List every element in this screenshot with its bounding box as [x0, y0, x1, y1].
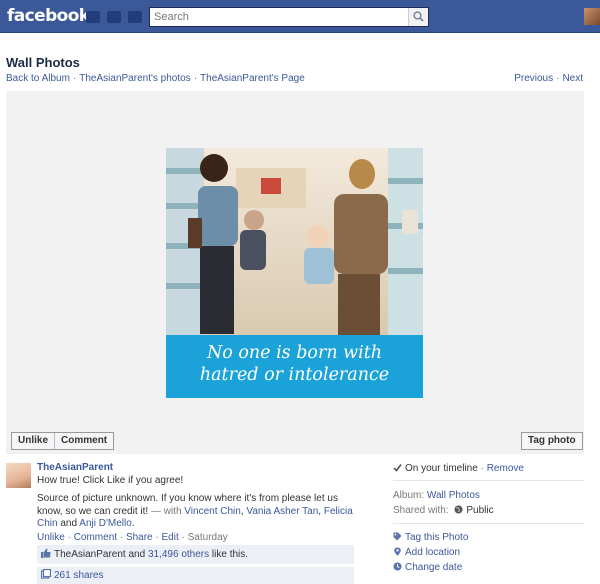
likes-others-link[interactable]: 31,496 others	[148, 549, 209, 560]
previous-link[interactable]: Previous	[514, 73, 553, 84]
divider	[393, 523, 584, 524]
change-date-link[interactable]: Change date	[405, 562, 462, 573]
search-box	[149, 7, 429, 27]
profile-avatar[interactable]	[584, 8, 600, 25]
photo-scene-image	[166, 148, 423, 335]
privacy-info: Shared with: Public	[393, 505, 494, 516]
breadcrumb-back-to-album[interactable]: Back to Album	[6, 73, 70, 84]
shares-link[interactable]: 261 shares	[54, 570, 103, 581]
facebook-logo[interactable]: facebook	[7, 6, 90, 26]
comment-button[interactable]: Comment	[55, 433, 113, 449]
timeline-status: On your timeline · Remove	[393, 463, 524, 474]
change-date: Change date	[393, 562, 462, 573]
search-icon	[413, 11, 424, 22]
separator: ·	[193, 73, 198, 84]
share-icon	[41, 569, 51, 579]
edit-link[interactable]: Edit	[162, 532, 179, 543]
search-input[interactable]	[150, 8, 408, 26]
unlike-button[interactable]: Unlike	[12, 433, 54, 449]
add-location-link[interactable]: Add location	[405, 547, 460, 558]
breadcrumb-page[interactable]: TheAsianParent's Page	[200, 73, 305, 84]
author-avatar[interactable]	[6, 463, 31, 488]
post-text: How true! Click Like if you agree!	[37, 474, 184, 486]
post-body: TheAsianParent How true! Click Like if y…	[37, 462, 357, 544]
tagged-person[interactable]: Vincent Chin	[184, 506, 241, 517]
tagged-person[interactable]: Vania Asher Tan	[246, 506, 318, 517]
add-location: Add location	[393, 547, 460, 558]
globe-icon	[454, 505, 463, 514]
messages-icon[interactable]	[107, 11, 121, 23]
tagged-person[interactable]: Anji D'Mello	[79, 518, 131, 529]
shares-summary: 261 shares	[37, 566, 354, 584]
likes-summary: TheAsianParent and 31,496 others like th…	[37, 545, 354, 564]
album-link[interactable]: Wall Photos	[427, 490, 480, 501]
page-title: Wall Photos	[6, 55, 80, 70]
album-info: Album: Wall Photos	[393, 490, 480, 501]
tag-this-photo-link[interactable]: Tag this Photo	[405, 532, 468, 543]
photo-pager: Previous · Next	[514, 73, 583, 84]
thumbs-up-icon	[41, 548, 51, 558]
photo-caption: No one is born with hatred or intoleranc…	[199, 343, 390, 385]
photo[interactable]: No one is born with hatred or intoleranc…	[166, 148, 423, 398]
post-author[interactable]: TheAsianParent	[37, 462, 113, 473]
next-link[interactable]: Next	[562, 73, 583, 84]
location-pin-icon	[394, 547, 401, 556]
post-actions: Unlike · Comment · Share · Edit · Saturd…	[37, 531, 228, 543]
divider	[393, 480, 584, 481]
notifications-icon[interactable]	[128, 11, 142, 23]
post-source-note: Source of picture unknown. If you know w…	[37, 493, 353, 529]
tag-this-photo: Tag this Photo	[393, 532, 468, 543]
comment-link[interactable]: Comment	[74, 532, 117, 543]
privacy-value[interactable]: Public	[466, 505, 493, 516]
top-bar: facebook	[0, 0, 600, 33]
breadcrumb-photos[interactable]: TheAsianParent's photos	[79, 73, 190, 84]
separator: ·	[72, 73, 77, 84]
photo-stage: No one is born with hatred or intoleranc…	[6, 91, 584, 454]
unlike-link[interactable]: Unlike	[37, 532, 65, 543]
share-link[interactable]: Share	[126, 532, 153, 543]
breadcrumb: Back to Album · TheAsianParent's photos · Th…	[6, 73, 305, 84]
remove-link[interactable]: Remove	[487, 463, 524, 474]
checkmark-icon	[393, 464, 402, 472]
post-timestamp: Saturday	[187, 531, 228, 543]
search-button[interactable]	[408, 8, 428, 26]
likes-name: TheAsianParent	[54, 549, 126, 560]
photo-action-buttons: Unlike Comment	[11, 432, 115, 450]
clock-icon	[393, 562, 402, 571]
tag-icon	[393, 532, 402, 541]
tag-photo-button[interactable]: Tag photo	[521, 432, 583, 450]
friend-requests-icon[interactable]	[86, 11, 100, 23]
